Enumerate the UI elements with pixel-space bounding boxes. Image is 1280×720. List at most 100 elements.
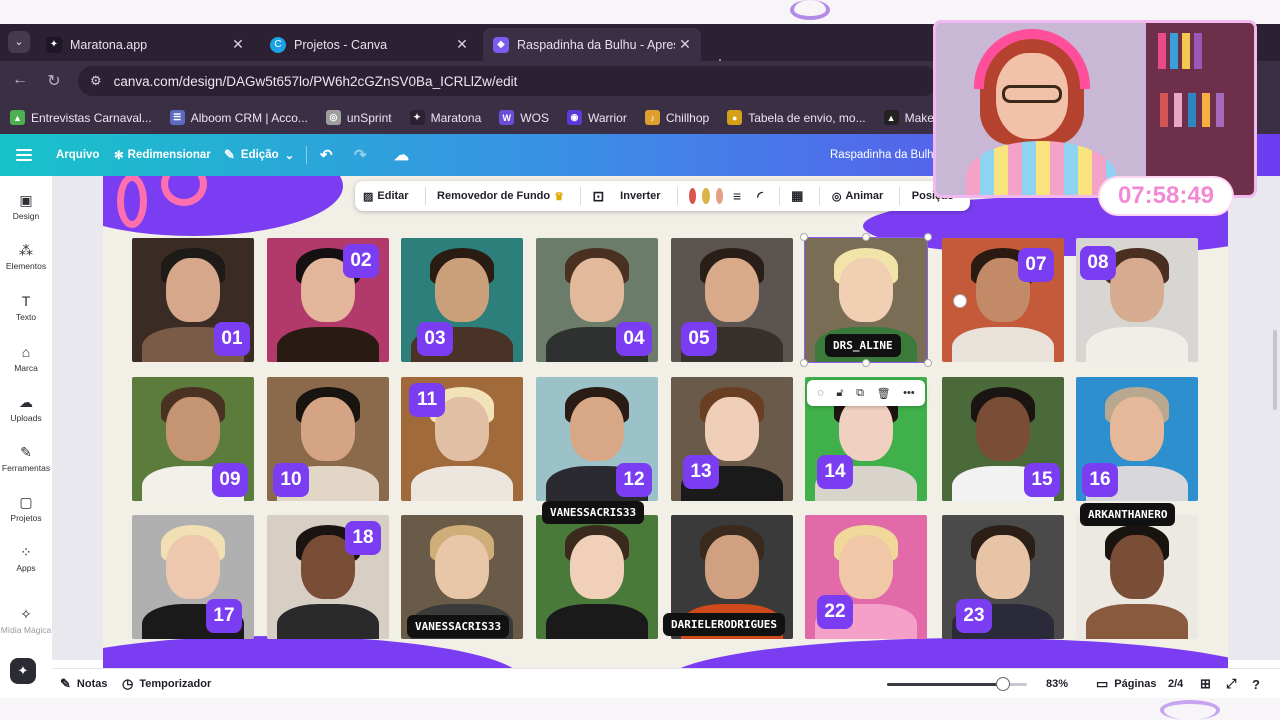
- fullscreen-icon[interactable]: ⤢: [1226, 669, 1236, 699]
- sidebar-item-apps[interactable]: ⁘ Apps: [0, 544, 52, 573]
- close-icon[interactable]: ✕: [675, 36, 695, 53]
- border-style-icon[interactable]: ≡: [733, 188, 741, 204]
- grid-view-icon[interactable]: ⊞: [1200, 669, 1211, 699]
- bookmark-item[interactable]: ♪ Chillhop: [644, 110, 709, 125]
- resize-handle[interactable]: [924, 233, 932, 241]
- bookmark-item[interactable]: ✦ Maratona: [409, 110, 482, 125]
- canva-favicon-icon: C: [270, 36, 286, 53]
- sidebar-icon: ☁: [19, 394, 33, 410]
- rotate-handle[interactable]: [953, 294, 967, 308]
- transparency-icon[interactable]: ▦: [791, 188, 803, 204]
- resize-handle[interactable]: [800, 233, 808, 241]
- close-icon[interactable]: ✕: [228, 36, 248, 53]
- address-bar[interactable]: ⚙ canva.com/design/DAGw5t657lo/PW6h2cGZn…: [78, 66, 938, 96]
- sidebar-item-marca[interactable]: ⌂ Marca: [0, 344, 52, 373]
- celebrity-photo[interactable]: [536, 515, 658, 639]
- comment-icon[interactable]: ◌: [817, 387, 824, 399]
- color-swatch-red[interactable]: [688, 188, 697, 204]
- duplicate-icon[interactable]: ⧉: [856, 387, 864, 400]
- cloud-save-icon[interactable]: ☁: [394, 134, 409, 176]
- celebrity-photo[interactable]: [1076, 515, 1198, 639]
- bookmark-label: Entrevistas Carnaval...: [31, 110, 152, 125]
- sidebar-item-uploads[interactable]: ☁ Uploads: [0, 394, 52, 423]
- back-arrow-icon[interactable]: ←: [10, 71, 30, 89]
- hamburger-menu-icon[interactable]: [16, 146, 32, 162]
- edit-image-button[interactable]: ▨ Editar: [363, 190, 409, 203]
- close-icon[interactable]: ✕: [452, 36, 472, 53]
- left-sidebar: ▣ Design ⁂ Elementos T Texto ⌂ Marca ☁ Uploads ✎ Fe…: [0, 176, 52, 660]
- pages-button[interactable]: ▭ Páginas: [1096, 669, 1156, 699]
- lock-icon[interactable]: 🔓︎: [836, 387, 843, 400]
- sidebar-item-design[interactable]: ▣ Design: [0, 192, 52, 221]
- flip-button[interactable]: Inverter: [620, 190, 660, 202]
- photo-number-badge: 03: [417, 322, 453, 356]
- bookmark-favicon-icon: ♪: [644, 110, 660, 125]
- bookmark-item[interactable]: W WOS: [499, 110, 549, 125]
- bookmark-item[interactable]: ☰ Alboom CRM | Acco...: [169, 110, 308, 125]
- animate-button[interactable]: ◎ Animar: [832, 190, 884, 203]
- design-title[interactable]: Raspadinha da Bulhu: [830, 134, 940, 176]
- resize-handle[interactable]: [924, 359, 932, 367]
- crown-icon: ♛: [554, 190, 564, 203]
- site-settings-icon[interactable]: ⚙: [90, 73, 102, 89]
- username-tag: DARIELERODRIGUES: [663, 613, 785, 636]
- header-divider: [306, 146, 307, 164]
- bookmark-item[interactable]: ◉ Warrior: [566, 110, 627, 125]
- streamer-webcam: [933, 20, 1257, 198]
- photo-head: [435, 534, 489, 600]
- zoom-slider-handle[interactable]: [996, 677, 1011, 691]
- vertical-scrollbar[interactable]: [1273, 330, 1277, 410]
- bookmark-item[interactable]: ● Tabela de envio, mo...: [727, 110, 866, 125]
- sidebar-item-label: Texto: [15, 312, 37, 322]
- bookmark-item[interactable]: ◎ unSprint: [325, 110, 392, 125]
- edit-menu[interactable]: ✎ Edição ⌄: [224, 134, 294, 176]
- tab-maratona[interactable]: ✦ Maratona.app ✕: [36, 28, 254, 61]
- sidebar-item-elementos[interactable]: ⁂ Elementos: [0, 242, 52, 271]
- sidebar-icon: ⁂: [19, 242, 33, 258]
- reload-icon[interactable]: ↻: [44, 71, 64, 91]
- stream-frame-bottom: [0, 698, 1280, 720]
- selection-box[interactable]: [800, 233, 967, 367]
- photo-number-badge: 05: [681, 322, 717, 356]
- zoom-level[interactable]: 83%: [1046, 669, 1068, 699]
- edit-label: Edição: [240, 149, 279, 161]
- bookmark-item[interactable]: ▲ Entrevistas Carnaval...: [10, 110, 152, 125]
- undo-icon[interactable]: ↶: [320, 134, 333, 176]
- photo-head: [570, 534, 624, 600]
- magic-sparkle-button[interactable]: ✦: [10, 658, 36, 684]
- file-menu[interactable]: Arquivo: [56, 134, 99, 176]
- background-remover-button[interactable]: Removedor de Fundo ♛: [437, 190, 564, 203]
- resize-handle[interactable]: [800, 359, 808, 367]
- resize-handle[interactable]: [862, 233, 870, 241]
- notes-button[interactable]: ✎ Notas: [60, 669, 107, 699]
- sidebar-icon: ⁘: [20, 544, 32, 560]
- crop-icon[interactable]: ⊡: [592, 188, 604, 205]
- resize-handle[interactable]: [862, 359, 870, 367]
- streamer-shirt: [966, 141, 1116, 195]
- zoom-slider[interactable]: [887, 677, 1027, 691]
- timer-button[interactable]: ◷ Temporizador: [122, 669, 211, 699]
- corner-rounding-icon[interactable]: ◜: [757, 188, 762, 205]
- sidebar-item-label: Ferramentas: [1, 463, 51, 473]
- bookmark-favicon-icon: ◉: [566, 110, 582, 125]
- sidebar-item-texto[interactable]: T Texto: [0, 293, 52, 322]
- help-icon[interactable]: ?: [1252, 669, 1260, 699]
- sidebar-item-projetos[interactable]: ▢ Projetos: [0, 494, 52, 523]
- photo-head: [705, 257, 759, 323]
- resize-menu[interactable]: ✻ Redimensionar: [114, 134, 211, 176]
- book: [1188, 93, 1196, 127]
- tab-raspadinha[interactable]: ◆ Raspadinha da Bulhu - Apresen ✕: [483, 28, 701, 61]
- photo-head: [976, 396, 1030, 462]
- sidebar-item-mídia-mágica[interactable]: ✧ Mídia Mágica: [0, 606, 52, 635]
- color-swatch-yellow[interactable]: [702, 188, 710, 204]
- more-options-icon[interactable]: •••: [903, 387, 915, 399]
- tab-canva-projects[interactable]: C Projetos - Canva ✕: [260, 28, 478, 61]
- zoom-slider-fill: [887, 683, 1004, 686]
- trash-icon[interactable]: 🗑︎: [877, 387, 891, 400]
- tab-search-dropdown[interactable]: ⌄: [8, 31, 30, 53]
- color-swatch-peach[interactable]: [715, 188, 724, 204]
- redo-icon[interactable]: ↷: [354, 134, 367, 176]
- notes-icon: ✎: [60, 676, 71, 691]
- sidebar-item-ferramentas[interactable]: ✎ Ferramentas: [0, 444, 52, 473]
- bookmark-label: Maratona: [430, 110, 482, 125]
